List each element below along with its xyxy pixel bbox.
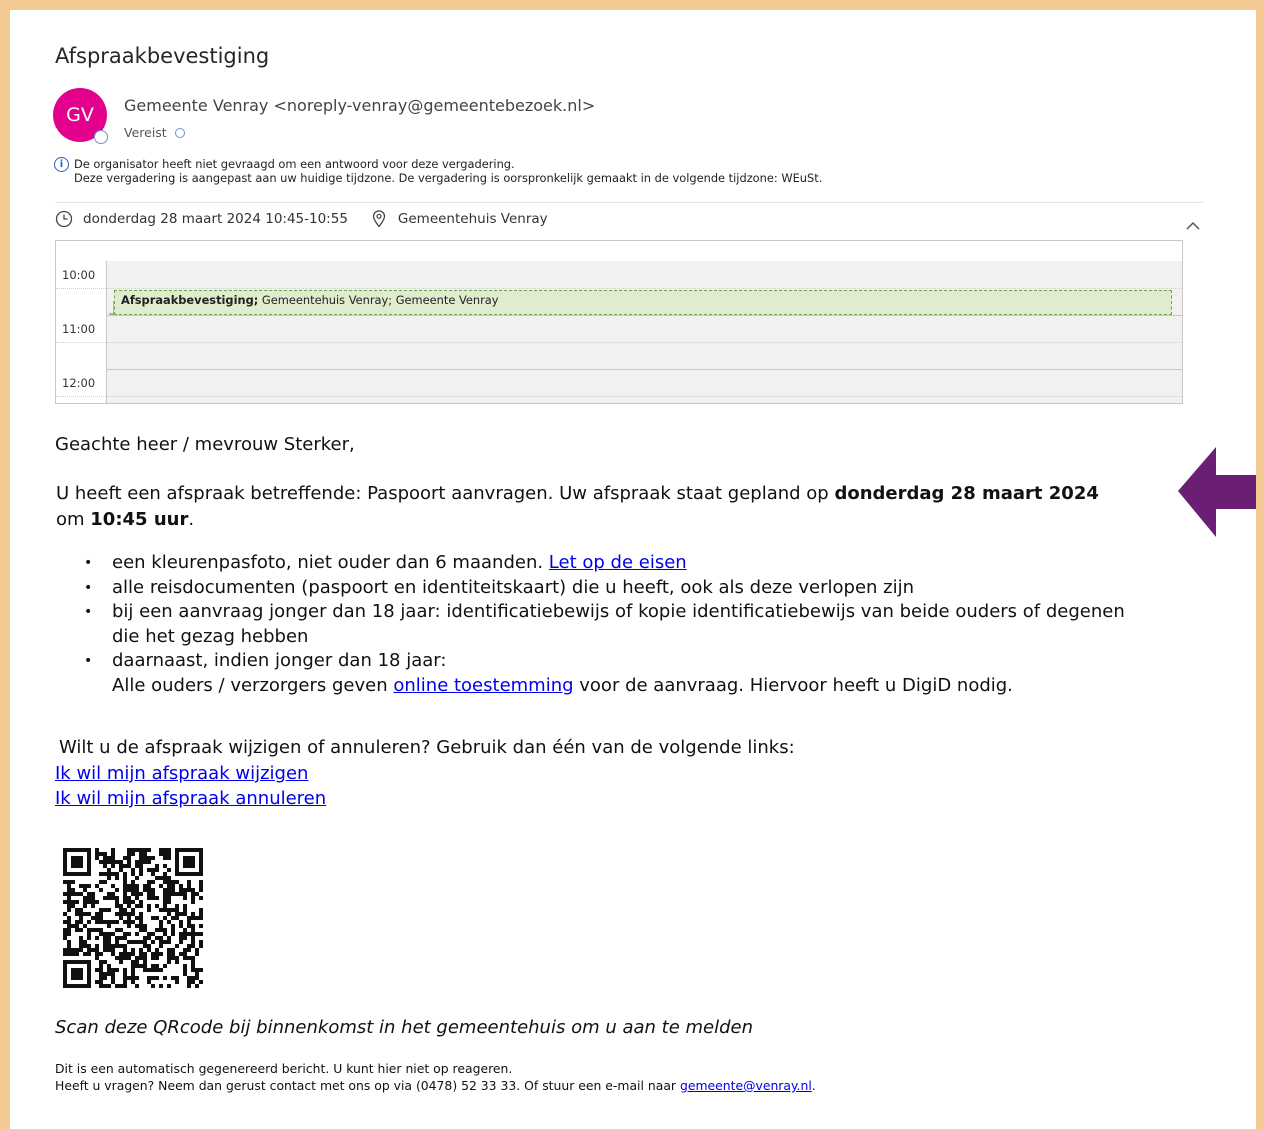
appointment-paragraph: U heeft een afspraak betreffende: Paspoo… <box>56 483 1099 530</box>
calendar-time-gutter: 10:00 11:00 12:00 <box>56 261 107 403</box>
info-line-2: Deze vergadering is aangepast aan uw hui… <box>74 171 823 185</box>
change-question: Wilt u de afspraak wijzigen of annuleren… <box>59 737 795 758</box>
meeting-location[interactable]: Gemeentehuis Venray <box>398 211 548 227</box>
cancel-appointment-link[interactable]: Ik wil mijn afspraak annuleren <box>55 788 326 809</box>
footer-line-2: Heeft u vragen? Neem dan gerust contact … <box>55 1078 816 1093</box>
info-icon: i <box>54 157 69 172</box>
clock-icon <box>55 210 73 228</box>
sender-name[interactable]: Gemeente Venray <noreply-venray@gemeente… <box>124 96 595 115</box>
meeting-info-notice: i De organisator heeft niet gevraagd om … <box>54 157 822 185</box>
list-item: een kleurenpasfoto, niet ouder dan 6 maa… <box>84 551 1125 576</box>
greeting: Geachte heer / mevrouw Sterker, <box>55 434 355 455</box>
location-pin-icon <box>372 210 386 228</box>
presence-status-icon <box>94 130 108 144</box>
time-label-11: 11:00 <box>62 322 96 336</box>
calendar-grid[interactable] <box>107 261 1182 403</box>
change-appointment-link[interactable]: Ik wil mijn afspraak wijzigen <box>55 763 308 784</box>
email-reading-pane: Afspraakbevestiging GV Gemeente Venray <… <box>10 10 1256 1129</box>
online-consent-link[interactable]: online toestemming <box>393 675 573 696</box>
collapse-chevron-up-icon[interactable] <box>1183 215 1203 235</box>
qr-code <box>63 848 203 988</box>
footer-line-1: Dit is een automatisch gegenereerd beric… <box>55 1061 513 1076</box>
email-subject: Afspraakbevestiging <box>55 44 270 68</box>
divider <box>55 202 1203 203</box>
calendar-header <box>56 241 1182 262</box>
event-details: Gemeentehuis Venray; Gemeente Venray <box>258 293 499 307</box>
event-title: Afspraakbevestiging; <box>121 293 259 307</box>
scan-instruction: Scan deze QRcode bij binnenkomst in het … <box>55 1017 754 1038</box>
time-label-10: 10:00 <box>62 268 96 282</box>
meeting-datetime: donderdag 28 maart 2024 10:45-10:55 <box>83 211 348 227</box>
info-line-1: De organisator heeft niet gevraagd om ee… <box>74 157 515 171</box>
calendar-event[interactable]: Afspraakbevestiging; Gemeentehuis Venray… <box>114 290 1172 315</box>
list-item: alle reisdocumenten (paspoort en identit… <box>84 576 1125 601</box>
appointment-time: 10:45 uur <box>90 509 189 530</box>
calendar-preview: 10:00 11:00 12:00 Afspraakbevestiging; G… <box>55 240 1183 404</box>
list-item: daarnaast, indien jonger dan 18 jaar: Al… <box>84 649 1125 698</box>
footer: Dit is een automatisch gegenereerd beric… <box>55 1060 816 1094</box>
meeting-meta: donderdag 28 maart 2024 10:45-10:55 Geme… <box>55 210 548 228</box>
required-label: Vereist <box>124 125 167 140</box>
attendance-required: Vereist <box>124 125 185 140</box>
required-status-icon <box>174 127 185 138</box>
annotation-arrow-icon <box>1178 447 1256 537</box>
appointment-date: donderdag 28 maart 2024 <box>834 483 1099 504</box>
requirements-list: een kleurenpasfoto, niet ouder dan 6 maa… <box>84 551 1125 698</box>
list-item: bij een aanvraag jonger dan 18 jaar: ide… <box>84 600 1125 649</box>
footer-email-link[interactable]: gemeente@venray.nl <box>680 1078 812 1093</box>
time-label-12: 12:00 <box>62 376 96 390</box>
photo-requirements-link[interactable]: Let op de eisen <box>549 552 687 573</box>
